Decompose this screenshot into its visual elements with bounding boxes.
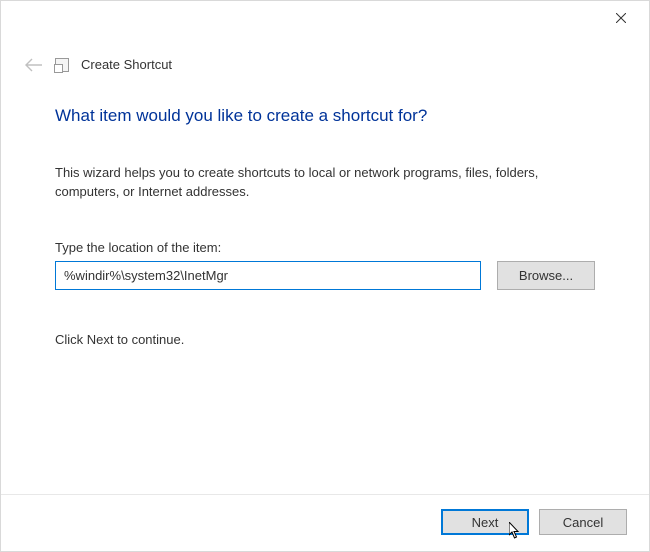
browse-button[interactable]: Browse... — [497, 261, 595, 290]
close-icon — [616, 13, 626, 23]
cancel-button[interactable]: Cancel — [539, 509, 627, 535]
content-area: What item would you like to create a sho… — [1, 72, 649, 494]
shortcut-icon — [55, 58, 69, 72]
close-button[interactable] — [601, 4, 641, 32]
location-label: Type the location of the item: — [55, 240, 595, 255]
header-row: Create Shortcut — [1, 35, 649, 72]
create-shortcut-dialog: Create Shortcut What item would you like… — [0, 0, 650, 552]
page-heading: What item would you like to create a sho… — [55, 106, 595, 126]
footer: Next Cancel — [1, 494, 649, 551]
next-button[interactable]: Next — [441, 509, 529, 535]
dialog-title: Create Shortcut — [81, 57, 172, 72]
arrow-left-icon — [25, 58, 43, 72]
location-input[interactable] — [55, 261, 481, 290]
titlebar — [1, 1, 649, 35]
back-button[interactable] — [25, 58, 43, 72]
input-row: Browse... — [55, 261, 595, 290]
description-text: This wizard helps you to create shortcut… — [55, 164, 595, 202]
continue-text: Click Next to continue. — [55, 332, 595, 347]
